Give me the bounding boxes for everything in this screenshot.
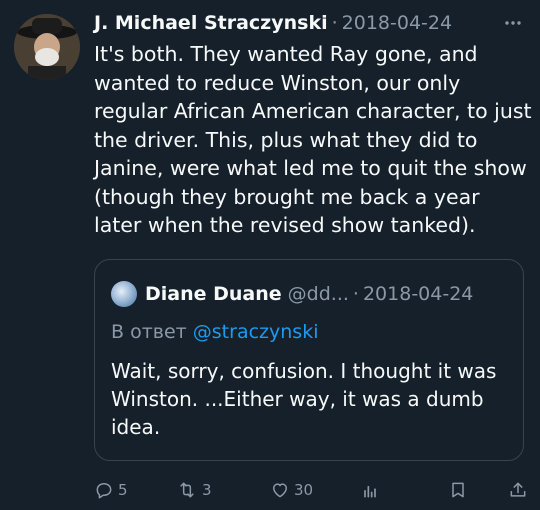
reply-button[interactable]: 5 (94, 478, 128, 502)
author-name[interactable]: J. Michael Straczynski (94, 12, 328, 34)
share-button[interactable] (508, 478, 528, 502)
bookmark-button[interactable] (448, 478, 468, 502)
header-separator: · (331, 12, 338, 34)
like-count: 30 (294, 481, 314, 499)
retweet-count: 3 (202, 481, 212, 499)
bookmark-icon (452, 482, 464, 498)
reply-icon (96, 483, 112, 499)
retweet-button[interactable]: 3 (176, 478, 212, 502)
quoted-tweet-date: 2018-04-24 (362, 283, 474, 305)
quoted-tweet-header: Diane Duane @dd... · 2018-04-24 (111, 280, 513, 308)
tweet-header: J. Michael Straczynski · 2018-04-24 (94, 10, 526, 36)
like-icon (273, 483, 287, 498)
quoted-header-separator: · (352, 283, 359, 305)
share-icon (510, 482, 526, 497)
quoted-tweet-text: Wait, sorry, confusion. I thought it was… (111, 359, 497, 439)
more-options-button[interactable] (500, 10, 526, 36)
tweet: J. Michael Straczynski · 2018-04-24 It's… (0, 0, 540, 510)
quoted-tweet[interactable]: Diane Duane @dd... · 2018-04-24 В ответ … (94, 259, 524, 461)
tweet-text: It's both. They wanted Ray gone, and wan… (94, 42, 532, 237)
author-avatar[interactable] (14, 14, 80, 80)
quoted-author-handle: @dd... (287, 283, 349, 305)
views-button[interactable] (360, 478, 380, 502)
more-horizontal-icon (505, 21, 521, 25)
reply-mention-link[interactable]: @straczynski (193, 321, 319, 343)
reply-count: 5 (118, 481, 128, 499)
retweet-icon (180, 482, 194, 498)
views-icon (364, 485, 376, 498)
quoted-author-avatar (111, 281, 137, 307)
reply-prefix: В ответ (111, 321, 187, 343)
tweet-date[interactable]: 2018-04-24 (342, 12, 452, 34)
like-button[interactable]: 30 (270, 478, 313, 502)
quoted-author-name: Diane Duane (145, 283, 282, 305)
reply-context: В ответ @straczynski (111, 321, 318, 343)
tweet-actions: 5 3 30 (94, 478, 534, 502)
